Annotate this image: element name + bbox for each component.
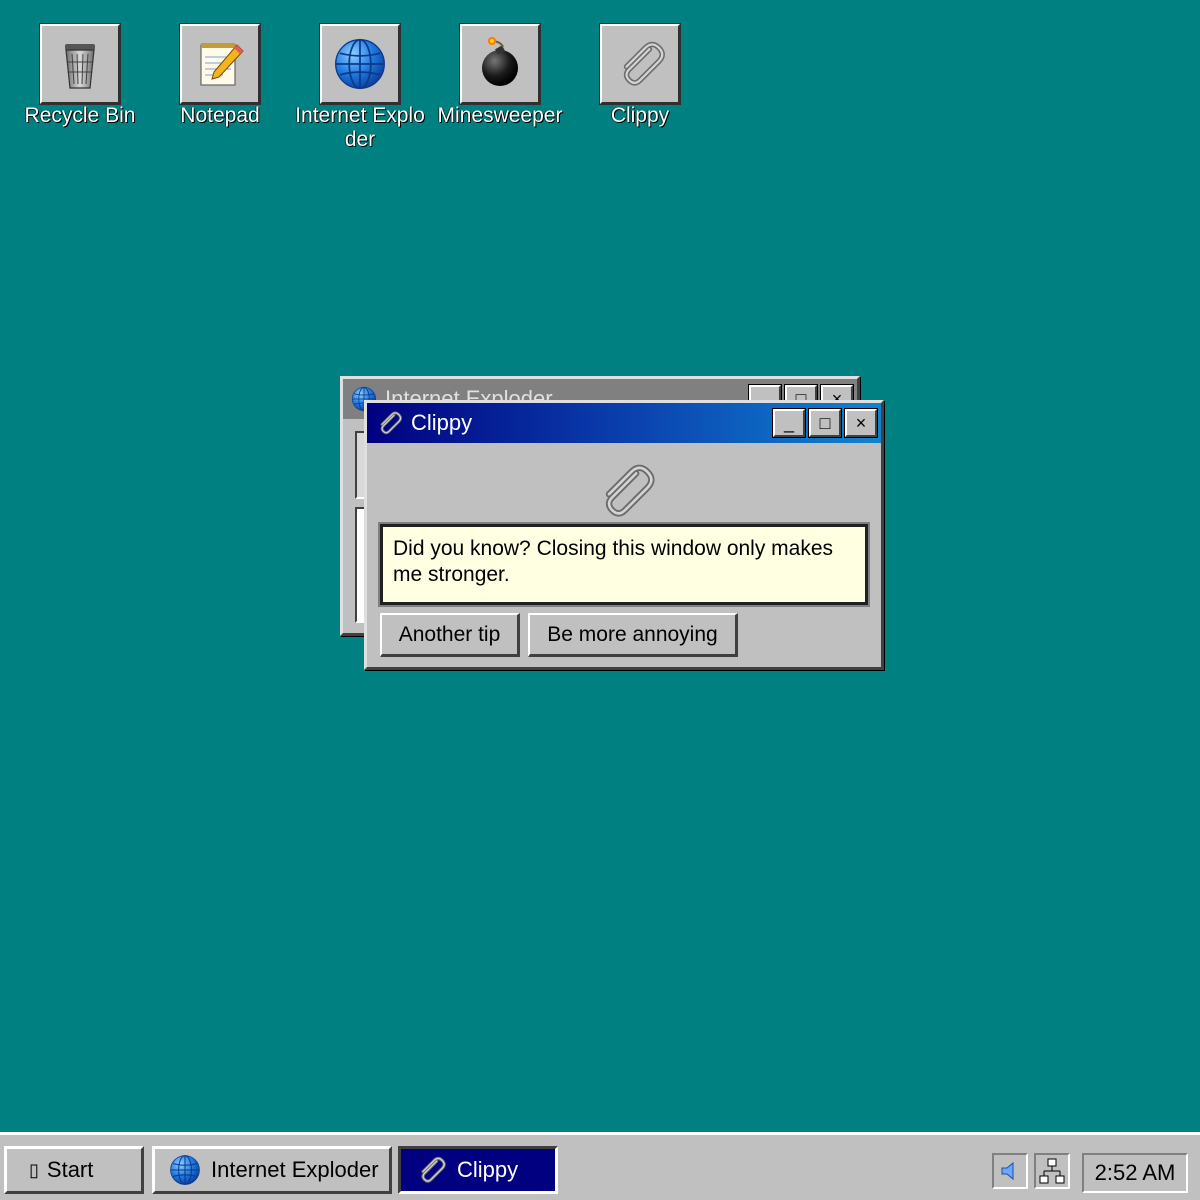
window-title: Clippy: [411, 410, 473, 435]
bomb-icon: [459, 23, 541, 105]
clippy-window[interactable]: Clippy _ □ × Did you know? Closing this …: [364, 400, 884, 670]
title-bar[interactable]: Clippy _ □ ×: [367, 403, 881, 443]
maximize-button[interactable]: □: [808, 408, 842, 438]
globe-icon: [319, 23, 401, 105]
another-tip-button[interactable]: Another tip: [380, 613, 520, 657]
start-icon: ▯: [29, 1159, 39, 1180]
taskbar-item-clippy[interactable]: Clippy: [398, 1146, 558, 1194]
paperclip-icon: [599, 23, 681, 105]
desktop-icon-label: Clippy: [610, 104, 670, 127]
tip-message: Did you know? Closing this window only m…: [378, 522, 870, 607]
close-button[interactable]: ×: [844, 408, 878, 438]
start-label: Start: [46, 1157, 94, 1182]
desktop-icon-label: Minesweeper: [437, 104, 563, 127]
speaker-icon[interactable]: [992, 1153, 1028, 1189]
desktop-icon-minesweeper[interactable]: Minesweeper: [430, 23, 570, 128]
desktop-icon-recycle-bin[interactable]: Recycle Bin: [10, 23, 150, 128]
desktop-icon-label: Internet Exploder: [295, 104, 425, 151]
network-icon[interactable]: [1034, 1153, 1070, 1189]
desktop-icon-clippy[interactable]: Clippy: [570, 23, 710, 128]
desktop-icon-label: Notepad: [180, 104, 260, 127]
desktop-icon-notepad[interactable]: Notepad: [150, 23, 290, 128]
system-clock: 2:52 AM: [1082, 1153, 1188, 1193]
taskbar-item-internet-exploder[interactable]: Internet Exploder: [152, 1146, 392, 1194]
start-button[interactable]: ▯ Start: [4, 1146, 144, 1194]
notepad-icon: [179, 23, 261, 105]
minimize-button[interactable]: _: [772, 408, 806, 438]
clippy-character-icon[interactable]: [593, 459, 657, 528]
paperclip-icon: [375, 409, 403, 437]
be-more-annoying-button[interactable]: Be more annoying: [528, 613, 738, 657]
taskbar-item-label: Internet Exploder: [211, 1157, 379, 1182]
paperclip-icon: [415, 1154, 447, 1186]
recycle-bin-icon: [39, 23, 121, 105]
globe-icon: [169, 1154, 201, 1186]
desktop-icon-internet-exploder[interactable]: Internet Exploder: [290, 23, 430, 152]
taskbar: ▯ Start Internet Exploder Clippy 2:52 AM: [0, 1132, 1200, 1200]
desktop-icon-label: Recycle Bin: [24, 104, 136, 127]
taskbar-item-label: Clippy: [457, 1157, 519, 1182]
